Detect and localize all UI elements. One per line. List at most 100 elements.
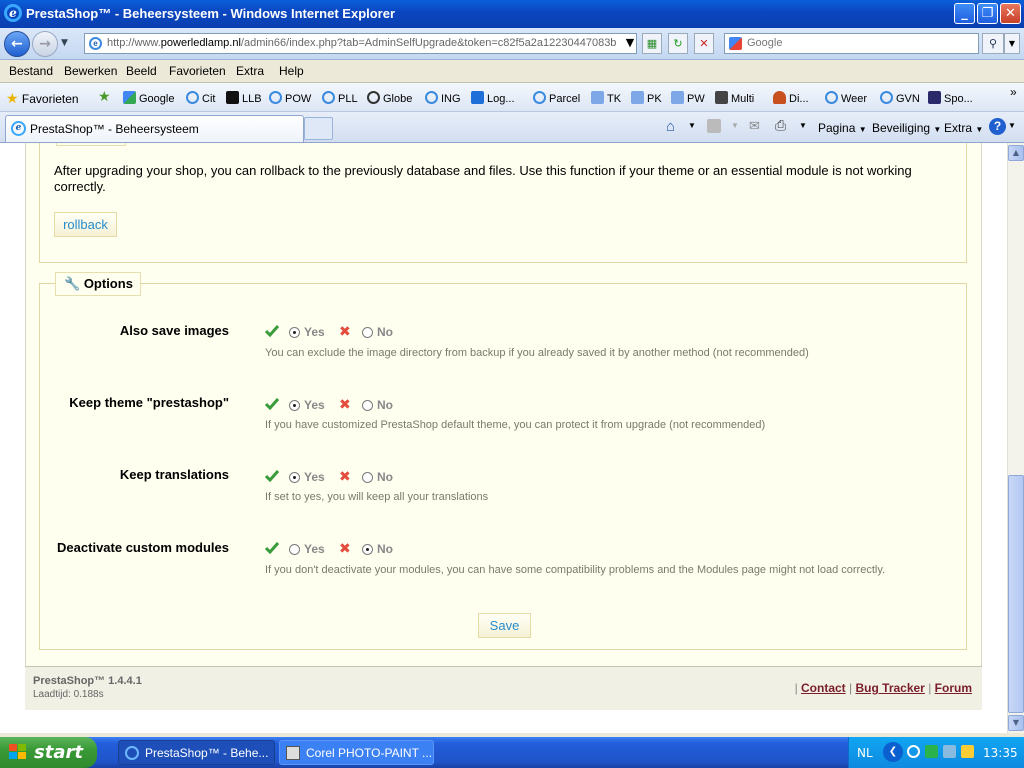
footer-loadtime: Laadtijd: 0.188s	[33, 689, 104, 700]
fav-cit[interactable]: Cit	[186, 91, 215, 105]
radio-yes-label: Yes	[304, 398, 325, 412]
forward-button[interactable]: →	[32, 31, 58, 57]
fav-pk[interactable]: PK	[631, 91, 662, 105]
print-dropdown-icon[interactable]: ▼	[799, 121, 807, 130]
back-button[interactable]: ←	[4, 31, 30, 57]
new-tab-button[interactable]	[304, 117, 333, 140]
tab-title: PrestaShop™ - Beheersysteem	[30, 122, 199, 136]
radio-yes[interactable]	[289, 544, 300, 555]
scroll-up-icon[interactable]: ▲	[1008, 145, 1024, 161]
radio-no[interactable]	[362, 544, 373, 555]
security-icon[interactable]	[925, 745, 938, 758]
menu-bewerken[interactable]: Bewerken	[64, 64, 117, 78]
tray-expand-icon[interactable]: ❮	[883, 742, 903, 762]
connection-icon[interactable]	[943, 745, 956, 758]
fav-multi[interactable]: Multi	[715, 91, 754, 105]
save-button[interactable]: Save	[478, 613, 531, 638]
close-button[interactable]: ✕	[1000, 3, 1021, 24]
search-input[interactable]: Google	[724, 33, 979, 54]
radio-no[interactable]	[362, 327, 373, 338]
crown-icon	[773, 91, 786, 104]
log-icon	[471, 91, 484, 104]
add-favorite-icon[interactable]: ★	[98, 88, 111, 105]
fav-google[interactable]: Google	[123, 91, 174, 105]
option-label-save-images: Also save images	[119, 323, 229, 338]
fav-tk[interactable]: TK	[591, 91, 621, 105]
home-dropdown-icon[interactable]: ▼	[688, 121, 696, 130]
refresh-icon[interactable]: ↻	[668, 33, 688, 54]
ie-page-icon	[186, 91, 199, 104]
feeds-icon[interactable]	[707, 119, 721, 133]
language-indicator[interactable]: NL	[857, 746, 873, 760]
fav-di[interactable]: Di...	[773, 91, 809, 105]
security-menu[interactable]: Beveiliging ▼	[872, 121, 941, 135]
ie-page-icon	[825, 91, 838, 104]
search-options-icon[interactable]: ▼	[1004, 33, 1020, 54]
fav-parcel[interactable]: Parcel	[533, 91, 580, 105]
chevron-more-icon[interactable]: »	[1010, 85, 1017, 99]
radio-yes[interactable]	[289, 472, 300, 483]
address-input[interactable]: e http://www.powerledlamp.nl/admin66/ind…	[84, 33, 637, 54]
start-button[interactable]: start	[0, 737, 97, 768]
scroll-down-icon[interactable]: ▼	[1008, 715, 1024, 731]
menu-beeld[interactable]: Beeld	[126, 64, 157, 78]
minimize-button[interactable]: _	[954, 3, 975, 24]
scroll-thumb[interactable]	[1008, 475, 1024, 713]
extra-menu[interactable]: Extra ▼	[944, 121, 983, 135]
forum-link[interactable]: Forum	[935, 681, 972, 695]
menu-extra[interactable]: Extra	[236, 64, 264, 78]
fav-ing[interactable]: ING	[425, 91, 461, 105]
contact-link[interactable]: Contact	[801, 681, 846, 695]
menu-favorieten[interactable]: Favorieten	[169, 64, 226, 78]
help-dropdown-icon[interactable]: ▼	[1008, 121, 1016, 130]
search-button-icon[interactable]: ⚲	[982, 33, 1004, 54]
home-icon[interactable]: ⌂	[666, 118, 675, 135]
fav-globe[interactable]: Globe	[367, 91, 412, 105]
stop-icon[interactable]: ✕	[694, 33, 714, 54]
tab-prestashop[interactable]: e PrestaShop™ - Beheersysteem	[5, 115, 304, 142]
cross-icon: ✖	[339, 397, 351, 413]
page-menu[interactable]: Pagina ▼	[818, 121, 867, 135]
star-icon: ★	[6, 90, 19, 106]
rollback-button[interactable]: rollback	[54, 212, 117, 237]
volume-icon[interactable]	[961, 745, 974, 758]
print-icon[interactable]: ⎙	[775, 117, 786, 134]
fav-llb[interactable]: LLB	[226, 91, 262, 105]
mail-icon[interactable]: ✉	[749, 118, 760, 134]
fav-label: Google	[139, 93, 175, 105]
fav-spo[interactable]: Spo...	[928, 91, 973, 105]
compatibility-icon[interactable]: ▦	[642, 33, 662, 54]
fav-pw[interactable]: PW	[671, 91, 705, 105]
url-domain: powerledlamp.nl	[160, 37, 241, 49]
menu-help[interactable]: Help	[279, 64, 304, 78]
option-hint: If set to yes, you will keep all your tr…	[265, 491, 489, 503]
multi-icon	[715, 91, 728, 104]
favorites-button[interactable]: ★ Favorieten	[6, 90, 79, 107]
fav-gvn[interactable]: GVN	[880, 91, 920, 105]
task-prestashop[interactable]: PrestaShop™ - Behe...	[118, 740, 275, 765]
fav-weer[interactable]: Weer	[825, 91, 867, 105]
bugtracker-link[interactable]: Bug Tracker	[855, 681, 924, 695]
cross-icon: ✖	[339, 469, 351, 485]
fav-label: Cit	[202, 93, 216, 105]
feeds-dropdown-icon[interactable]: ▼	[731, 121, 739, 130]
network-icon[interactable]	[907, 745, 920, 758]
vertical-scrollbar[interactable]: ▲ ▼	[1007, 143, 1024, 733]
address-dropdown-icon[interactable]: ▼	[620, 33, 640, 54]
help-icon[interactable]: ?	[989, 118, 1006, 135]
radio-yes[interactable]	[289, 400, 300, 411]
history-dropdown-icon[interactable]: ▼	[61, 38, 68, 48]
navigation-bar: ← → ▼ e http://www.powerledlamp.nl/admin…	[0, 28, 1024, 60]
maximize-button[interactable]: ❐	[977, 3, 998, 24]
radio-no[interactable]	[362, 472, 373, 483]
task-corel[interactable]: Corel PHOTO-PAINT ...	[279, 740, 434, 765]
menu-bestand[interactable]: Bestand	[9, 64, 53, 78]
fav-pll[interactable]: PLL	[322, 91, 358, 105]
page-menu-label: Pagina	[818, 121, 856, 135]
fav-pow[interactable]: POW	[269, 91, 311, 105]
option-label-keep-theme: Keep theme "prestashop"	[69, 395, 229, 410]
radio-yes-label: Yes	[304, 470, 325, 484]
fav-log[interactable]: Log...	[471, 91, 515, 105]
radio-yes[interactable]	[289, 327, 300, 338]
radio-no[interactable]	[362, 400, 373, 411]
